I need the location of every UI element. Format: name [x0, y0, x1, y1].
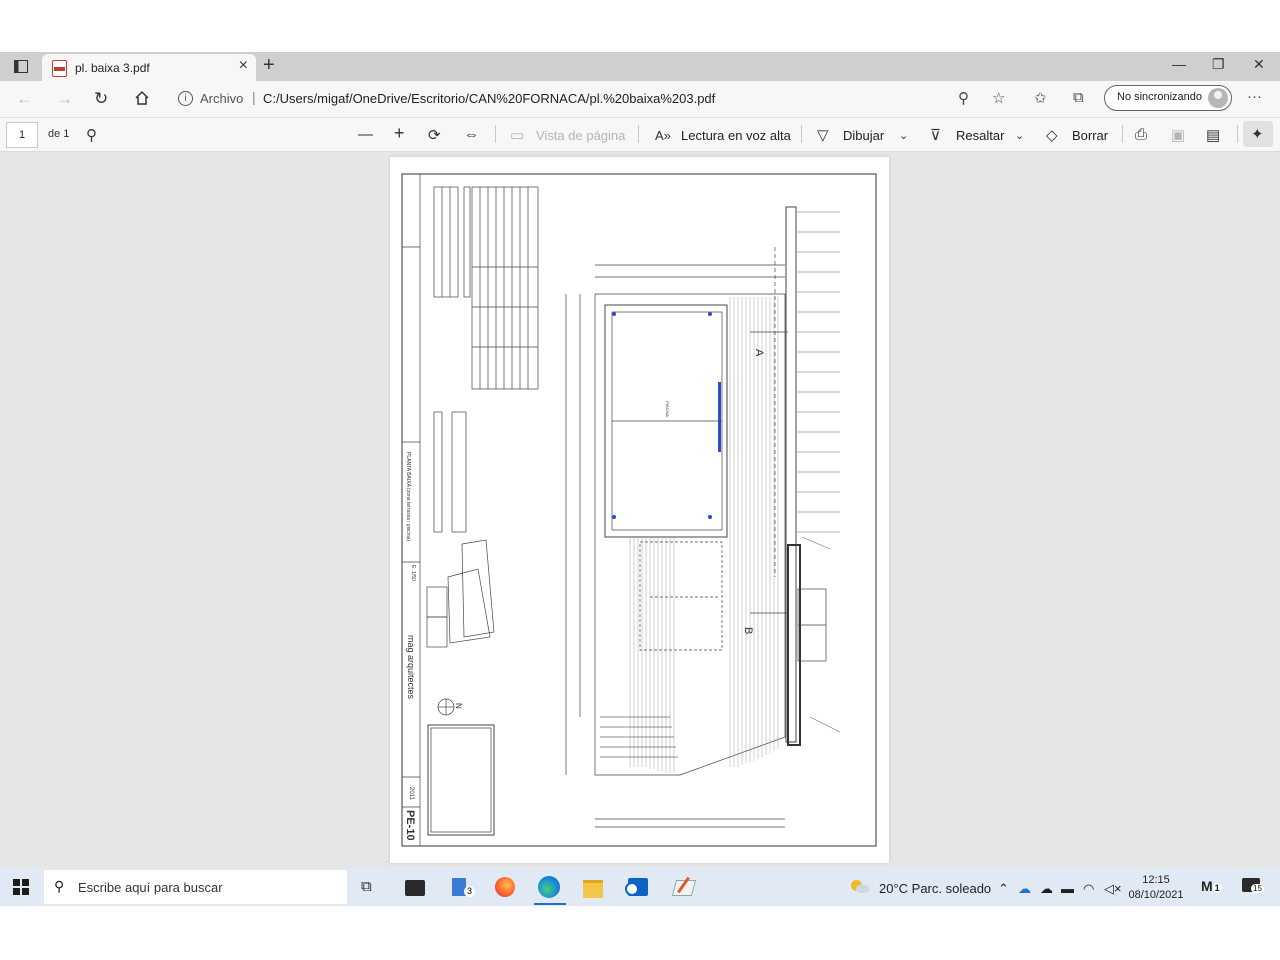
notifications-icon[interactable]: 15 [1242, 878, 1264, 893]
taskbar-search[interactable]: ⚲ Escribe aquí para buscar [44, 870, 347, 904]
search-placeholder: Escribe aquí para buscar [78, 880, 223, 895]
address-label: Archivo [200, 91, 244, 106]
wifi-icon[interactable]: ◠ [1083, 881, 1094, 897]
year-label: 2011 [408, 787, 414, 801]
tab-actions-icon[interactable] [14, 60, 28, 73]
minimize-icon[interactable]: — [1172, 56, 1186, 72]
home-icon[interactable] [134, 90, 150, 106]
studio-name: mag arquitectes [406, 635, 416, 700]
toolbar-divider [1237, 125, 1238, 143]
cloud-icon[interactable]: ☁ [1040, 881, 1053, 897]
page-total: de 1 [48, 128, 70, 140]
m1-app-icon[interactable]: M1 [1201, 878, 1222, 894]
section-label-b: B [742, 627, 754, 634]
rotate-icon[interactable]: ⟳ [428, 126, 441, 144]
tab-pdf[interactable]: pl. baixa 3.pdf × [42, 54, 256, 81]
section-label-a: A [753, 349, 765, 357]
edge-icon[interactable] [534, 874, 566, 905]
erase-button[interactable]: Borrar [1072, 128, 1108, 143]
pdf-toolbar: 1 de 1 ⚲ — + ⟳ ⇔ ▭ Vista de página A» Le… [0, 118, 1280, 152]
onedrive-icon[interactable]: ☁ [1018, 881, 1031, 897]
files-badge: 3 [464, 886, 475, 897]
pin-toolbar-button[interactable]: ✦ [1243, 121, 1273, 147]
draw-button[interactable]: Dibujar [843, 128, 884, 143]
highlight-button[interactable]: Resaltar [956, 128, 1004, 143]
close-tab-icon[interactable]: × [239, 57, 248, 75]
refresh-icon[interactable]: ↻ [94, 89, 108, 109]
taskbar: ⚲ Escribe aquí para buscar ⧉ 3 20°C Parc… [0, 868, 1280, 906]
zoom-out-icon[interactable]: — [358, 126, 373, 143]
weather-icon[interactable] [851, 880, 869, 894]
pin-icon: ✦ [1251, 126, 1264, 143]
toolbar-divider [638, 125, 639, 143]
clock-date: 08/10/2021 [1128, 889, 1184, 901]
windows-start-icon[interactable] [13, 879, 29, 895]
save-as-icon[interactable]: ▤ [1206, 126, 1220, 144]
clock-time: 12:15 [1142, 874, 1170, 886]
file-explorer-icon[interactable] [580, 874, 608, 900]
firefox-icon[interactable] [492, 874, 520, 900]
zoom-icon[interactable]: ⚲ [958, 89, 969, 107]
restore-icon[interactable]: ❐ [1212, 56, 1225, 73]
search-icon: ⚲ [54, 878, 65, 894]
zoom-in-icon[interactable]: + [394, 123, 405, 144]
task-view-icon[interactable]: ⧉ [361, 878, 372, 895]
notifications-badge: 15 [1251, 884, 1264, 893]
sheet-number: PE-10 [404, 810, 416, 841]
screen: pl. baixa 3.pdf × + — ❐ ✕ ← → ↻ i Archiv… [0, 52, 1280, 906]
eraser-icon: ◇ [1046, 127, 1058, 144]
store-icon[interactable] [402, 874, 430, 900]
chevron-down-icon[interactable]: ⌄ [899, 129, 908, 142]
pdf-page[interactable]: A B N PISCINA PLANTA BAIXA (zona terrass… [390, 157, 889, 863]
read-aloud-icon: A» [655, 128, 671, 143]
address-bar: ← → ↻ i Archivo | C:/Users/migaf/OneDriv… [0, 81, 1280, 118]
scale-label: E: 1/50 [410, 565, 416, 581]
fit-width-icon[interactable]: ⇔ [464, 126, 479, 143]
pool-label: PISCINA [665, 401, 670, 417]
tab-strip: pl. baixa 3.pdf × + — ❐ ✕ [0, 52, 1280, 81]
draw-icon: ▽ [817, 127, 829, 144]
new-tab-button[interactable]: + [263, 54, 275, 77]
close-window-icon[interactable]: ✕ [1253, 56, 1265, 73]
info-icon[interactable]: i [178, 91, 193, 106]
profile-sync-button[interactable]: No sincronizando [1104, 85, 1232, 111]
collections-icon[interactable]: ⧉ [1073, 89, 1084, 106]
sync-label: No sincronizando [1117, 91, 1202, 103]
north-label: N [454, 703, 463, 709]
page-view-button: Vista de página [536, 128, 626, 143]
battery-icon[interactable]: ▬ [1061, 881, 1074, 896]
m1-badge: 1 [1212, 883, 1222, 893]
page-view-icon: ▭ [510, 127, 525, 144]
toolbar-divider [801, 125, 802, 143]
weather-text[interactable]: 20°C Parc. soleado [879, 881, 991, 896]
save-icon: ▣ [1171, 127, 1186, 144]
volume-icon[interactable]: ◁× [1104, 881, 1122, 897]
pdf-file-icon [52, 60, 67, 77]
address-separator: | [252, 89, 256, 105]
url-field[interactable]: C:/Users/migaf/OneDrive/Escritorio/CAN%2… [263, 91, 715, 106]
chevron-down-icon[interactable]: ⌄ [1015, 129, 1024, 142]
highlight-icon: ⊽ [930, 127, 941, 144]
read-aloud-button[interactable]: Lectura en voz alta [681, 128, 791, 143]
favorites-icon[interactable]: ✩ [1034, 89, 1047, 107]
architectural-plan: A B N PISCINA PLANTA BAIXA (zona terrass… [401, 173, 877, 847]
page-number-input[interactable]: 1 [6, 122, 38, 148]
chevron-up-icon[interactable]: ⌃ [998, 881, 1009, 897]
more-menu-icon[interactable]: ··· [1247, 88, 1262, 105]
plan-title: PLANTA BAIXA (zona terrassa i piscina) [405, 452, 411, 541]
outlook-icon[interactable] [624, 874, 652, 900]
avatar-icon [1208, 88, 1228, 108]
forward-icon[interactable]: → [56, 89, 73, 109]
search-icon[interactable]: ⚲ [86, 126, 97, 144]
clock[interactable]: 12:15 08/10/2021 [1126, 873, 1186, 903]
paint-icon[interactable] [670, 874, 698, 900]
back-icon[interactable]: ← [16, 89, 33, 109]
toolbar-divider [495, 125, 496, 143]
add-favorite-icon[interactable]: ☆ [992, 89, 1005, 107]
files-app-icon[interactable]: 3 [450, 874, 478, 900]
tab-title: pl. baixa 3.pdf [75, 61, 150, 75]
toolbar-divider [1122, 125, 1123, 143]
print-icon[interactable]: ⎙ [1135, 126, 1147, 143]
